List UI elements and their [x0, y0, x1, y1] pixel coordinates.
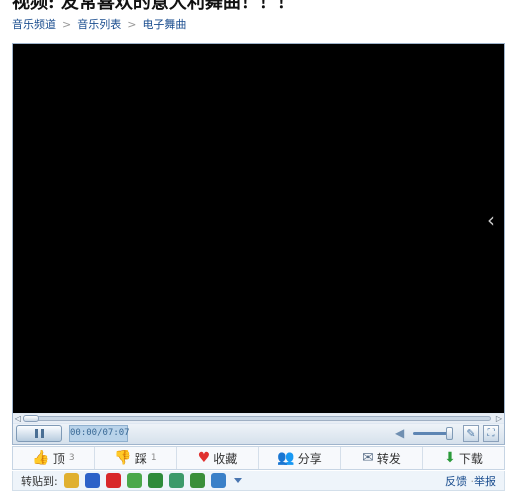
- clover-icon[interactable]: [147, 473, 163, 488]
- seek-back-icon[interactable]: ◁: [14, 414, 22, 423]
- pause-button[interactable]: [16, 425, 62, 442]
- chevron-left-icon[interactable]: ‹: [484, 210, 498, 230]
- baidu-icon[interactable]: [84, 473, 100, 488]
- breadcrumb-music-list[interactable]: 音乐列表: [77, 16, 121, 32]
- repost-label: 转贴到:: [21, 474, 58, 488]
- thumbs-up-icon: 👍: [32, 450, 50, 466]
- video-player: ‹ ◁ ▷ 00:00/07:07 ◀ ✎ ⛶: [12, 43, 505, 445]
- volume-thumb[interactable]: [446, 427, 453, 440]
- users-icon: 👥: [277, 450, 295, 466]
- breadcrumb-electronic-dance[interactable]: 电子舞曲: [142, 16, 186, 32]
- favorite-button[interactable]: ♥ 收藏: [177, 447, 259, 469]
- repost-bar: 转贴到: 反馈 ·举报: [12, 471, 505, 491]
- like-count: 3: [68, 453, 75, 463]
- chevron-right-icon: >: [62, 17, 72, 31]
- dislike-button[interactable]: 👎 踩 1: [95, 447, 177, 469]
- seek-forward-icon[interactable]: ▷: [495, 414, 503, 423]
- fullscreen-icon[interactable]: ⛶: [483, 425, 499, 442]
- download-label: 下载: [458, 451, 483, 466]
- repost-sites: [58, 473, 226, 488]
- weibo-icon[interactable]: [105, 473, 121, 488]
- share-button[interactable]: 👥 分享: [259, 447, 341, 469]
- page-title: 视频: 友常喜欢的意大利舞曲！！！: [12, 0, 492, 10]
- share-links: 反馈 ·举报: [439, 473, 496, 489]
- thumbs-down-icon: 👎: [114, 450, 132, 466]
- dislike-label: 踩: [134, 451, 147, 466]
- kaixin-icon[interactable]: [189, 473, 205, 488]
- action-bar: 👍 顶 3 👎 踩 1 ♥ 收藏 👥 分享 ✉ 转发 ⬇ 下载: [12, 446, 505, 470]
- settings-wrench-icon[interactable]: ✎: [463, 425, 479, 442]
- dislike-count: 1: [150, 453, 157, 463]
- volume-icon[interactable]: ◀: [395, 427, 409, 440]
- more-sites-dropdown-icon[interactable]: [233, 478, 242, 483]
- forward-icon: ✉: [362, 450, 374, 466]
- control-bar: 00:00/07:07 ◀ ✎ ⛶: [13, 424, 504, 444]
- qzone-icon[interactable]: [63, 473, 79, 488]
- frog-icon[interactable]: [126, 473, 142, 488]
- like-label: 顶: [52, 451, 65, 466]
- seek-bar: ◁ ▷: [13, 414, 504, 423]
- breadcrumb: 音乐频道 > 音乐列表 > 电子舞曲: [12, 16, 186, 32]
- people-icon[interactable]: [168, 473, 184, 488]
- like-button[interactable]: 👍 顶 3: [13, 447, 95, 469]
- video-screen[interactable]: ‹: [13, 44, 504, 413]
- qq-icon[interactable]: [210, 473, 226, 488]
- time-display: 00:00/07:07: [69, 425, 130, 442]
- chevron-right-icon: >: [127, 17, 137, 31]
- feedback-link[interactable]: 反馈: [445, 475, 467, 488]
- download-icon: ⬇: [444, 450, 456, 466]
- forward-button[interactable]: ✉ 转发: [341, 447, 423, 469]
- forward-label: 转发: [376, 451, 401, 466]
- heart-icon: ♥: [197, 450, 211, 466]
- favorite-label: 收藏: [213, 451, 238, 466]
- share-label: 分享: [297, 451, 322, 466]
- breadcrumb-music-channel[interactable]: 音乐频道: [12, 16, 56, 32]
- download-button[interactable]: ⬇ 下载: [423, 447, 504, 469]
- seek-track[interactable]: [25, 416, 491, 421]
- report-link[interactable]: 举报: [474, 475, 496, 488]
- seek-thumb[interactable]: [23, 415, 39, 422]
